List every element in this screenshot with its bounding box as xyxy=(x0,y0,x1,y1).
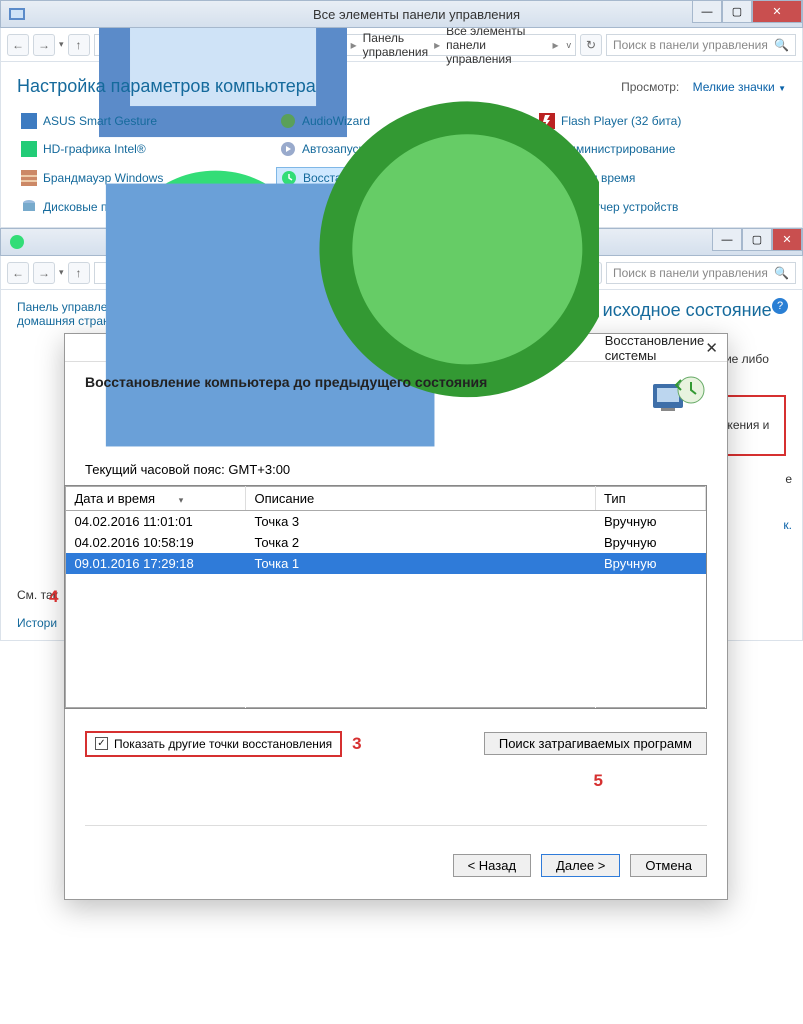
disk-icon xyxy=(21,199,37,215)
minimize-button[interactable]: — xyxy=(712,229,742,251)
dialog-title: Восстановление системы xyxy=(605,333,704,363)
close-button[interactable]: ✕ xyxy=(752,1,802,23)
table-row-empty xyxy=(66,650,706,669)
refresh-button[interactable]: ↻ xyxy=(580,34,602,56)
control-panel-icon xyxy=(9,6,25,22)
back-button[interactable]: ← xyxy=(7,262,29,284)
table-row-empty xyxy=(66,574,706,593)
table-row-empty xyxy=(66,612,706,631)
marker-5: 5 xyxy=(594,771,603,790)
recovery-icon xyxy=(9,234,25,250)
restore-points-table: Дата и время ▾ Описание Тип 04.02.2016 1… xyxy=(64,485,707,709)
truncated-link[interactable]: к. xyxy=(783,518,792,532)
cancel-button[interactable]: Отмена xyxy=(630,854,707,877)
intel-icon xyxy=(21,141,37,157)
table-row-empty xyxy=(66,593,706,612)
recent-dropdown[interactable]: ▾ xyxy=(59,267,64,278)
scan-affected-button[interactable]: Поиск затрагиваемых программ xyxy=(484,732,707,755)
next-button[interactable]: Далее > xyxy=(541,854,620,877)
view-selector[interactable]: Просмотр: Мелкие значки ▼ xyxy=(621,80,786,94)
gesture-icon xyxy=(21,113,37,129)
col-desc: Описание xyxy=(246,487,596,511)
show-more-points-label: Показать другие точки восстановления xyxy=(114,737,332,751)
table-row-empty xyxy=(66,669,706,688)
search-placeholder: Поиск в панели управления xyxy=(613,266,768,280)
show-more-points-checkbox[interactable]: ✓ xyxy=(95,737,108,750)
up-button[interactable]: ↑ xyxy=(68,34,90,56)
table-row[interactable]: 04.02.2016 10:58:19Точка 2Вручную xyxy=(66,532,706,553)
forward-button[interactable]: → xyxy=(33,262,55,284)
col-datetime: Дата и время ▾ xyxy=(66,487,246,511)
close-icon[interactable]: ✕ xyxy=(704,339,719,357)
table-row-selected[interactable]: 09.01.2016 17:29:18Точка 1Вручную xyxy=(66,553,706,574)
back-button[interactable]: ← xyxy=(7,34,29,56)
maximize-button[interactable]: ▢ xyxy=(742,229,772,251)
minimize-button[interactable]: — xyxy=(692,1,722,23)
wizard-buttons: < Назад Далее > Отмена xyxy=(85,825,707,877)
sort-indicator-icon: ▾ xyxy=(179,495,184,505)
close-button[interactable]: ✕ xyxy=(772,229,802,251)
marker-3: 3 xyxy=(352,734,361,754)
table-row-empty xyxy=(66,688,706,707)
col-type: Тип xyxy=(596,487,706,511)
search-icon: 🔍 xyxy=(774,38,789,52)
dialog-titlebar[interactable]: Восстановление системы ✕ xyxy=(65,334,727,362)
nav-row-1: ← → ▾ ↑ ▸ Панель управления ▸ Все элемен… xyxy=(0,28,803,62)
system-restore-dialog: Восстановление системы ✕ Восстановление … xyxy=(64,333,728,900)
firewall-icon xyxy=(21,170,37,186)
chevron-down-icon: ▼ xyxy=(778,84,786,93)
titlebar-1[interactable]: Все элементы панели управления — ▢ ✕ xyxy=(0,0,803,28)
table-row-empty xyxy=(66,631,706,650)
breadcrumb[interactable]: Панель управления xyxy=(361,31,430,59)
window-title-1: Все элементы панели управления xyxy=(31,7,802,22)
recent-dropdown[interactable]: ▾ xyxy=(59,39,64,50)
marker-4: 4 xyxy=(49,587,58,607)
table-header[interactable]: Дата и время ▾ Описание Тип xyxy=(66,487,706,511)
search-placeholder: Поиск в панели управления xyxy=(613,38,768,52)
maximize-button[interactable]: ▢ xyxy=(722,1,752,23)
show-more-checkbox-wrap: ✓ Показать другие точки восстановления xyxy=(85,731,342,757)
search-input[interactable]: Поиск в панели управления 🔍 xyxy=(606,34,796,56)
system-restore-graphic-icon xyxy=(651,374,707,422)
address-dropdown-icon[interactable]: v xyxy=(567,40,572,50)
address-bar-1[interactable]: ▸ Панель управления ▸ Все элементы панел… xyxy=(94,34,576,56)
forward-button[interactable]: → xyxy=(33,34,55,56)
table-row[interactable]: 04.02.2016 11:01:01Точка 3Вручную xyxy=(66,511,706,533)
search-icon: 🔍 xyxy=(774,266,789,280)
truncated-text: е xyxy=(785,472,792,486)
back-button[interactable]: < Назад xyxy=(453,854,531,877)
breadcrumb[interactable]: Все элементы панели управления xyxy=(444,24,548,66)
search-input[interactable]: Поиск в панели управления 🔍 xyxy=(606,262,796,284)
dialog-heading: Восстановление компьютера до предыдущего… xyxy=(85,374,487,390)
